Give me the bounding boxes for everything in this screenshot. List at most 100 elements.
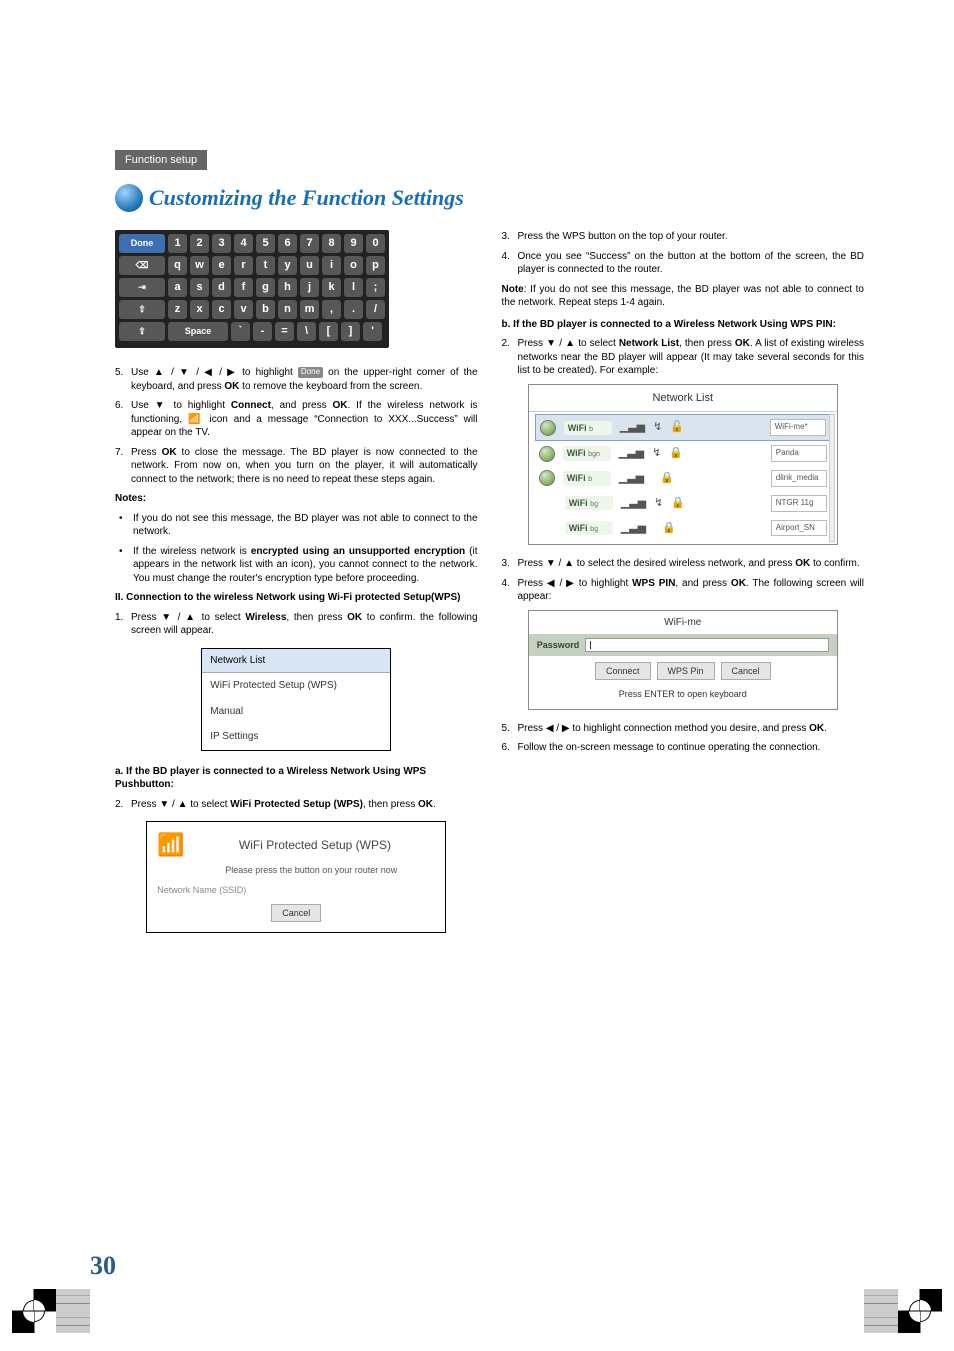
key: p	[366, 256, 385, 275]
ssid-label: WiFi bg	[565, 496, 613, 510]
wps-dialog: 📶 WiFi Protected Setup (WPS) Please pres…	[146, 821, 446, 933]
step-6: 6. Use ▼ to highlight Connect, and press…	[115, 399, 478, 440]
lock-icon: 🔒	[671, 496, 685, 511]
key: h	[278, 278, 297, 297]
network-row: WiFi bg▁▃▅🔒Airport_SN	[535, 516, 831, 541]
key: `	[231, 322, 250, 341]
key: 1	[168, 234, 187, 253]
subsection-b-heading: b. If the BD player is connected to a Wi…	[502, 318, 865, 332]
key: z	[168, 300, 187, 319]
key: d	[212, 278, 231, 297]
key: e	[212, 256, 231, 275]
key: o	[344, 256, 363, 275]
key: =	[275, 322, 294, 341]
key: -	[253, 322, 272, 341]
menu-ip-settings: IP Settings	[202, 724, 390, 750]
lock-icon: 🔓	[670, 420, 684, 435]
ssid-label: WiFi bg	[565, 521, 613, 535]
lock-icon: 🔒	[669, 446, 683, 461]
key: 8	[322, 234, 341, 253]
key-shift: ⇧	[119, 300, 165, 319]
lock-icon: 🔒	[660, 471, 674, 486]
wireless-menu: Network List WiFi Protected Setup (WPS) …	[201, 648, 391, 751]
wps-title: WiFi Protected Setup (WPS)	[195, 837, 436, 853]
key: '	[363, 322, 382, 341]
key: x	[190, 300, 209, 319]
key: f	[234, 278, 253, 297]
globe-icon	[540, 420, 556, 436]
right-step-3: 3.Press the WPS button on the top of you…	[502, 230, 865, 244]
b-step-2: 2. Press ▼ / ▲ to select Network List, t…	[502, 337, 865, 378]
ssid-label: WiFi bgn	[563, 446, 611, 460]
section-ii-heading: II. Connection to the wireless Network u…	[115, 591, 478, 605]
right-step-4: 4.Once you see “Success” on the button a…	[502, 250, 865, 277]
network-name: WiFi-me*	[770, 419, 826, 436]
network-row: WiFi b ▁▃▅ 🔒 dlink_media	[535, 466, 831, 491]
registration-mark-left	[12, 1289, 90, 1333]
registration-mark-right	[864, 1289, 942, 1333]
key: [	[319, 322, 338, 341]
key: v	[234, 300, 253, 319]
key: r	[234, 256, 253, 275]
password-field	[585, 638, 828, 652]
key: q	[168, 256, 187, 275]
signal-bars-icon: ▁▃▅	[620, 420, 645, 435]
wps-icon: ↯	[653, 420, 662, 435]
network-name: dlink_media	[771, 470, 827, 487]
key: ,	[322, 300, 341, 319]
onscreen-keyboard: Done 1 2 3 4 5 6 7 8 9 0 ⌫ q w e	[115, 230, 389, 348]
network-list-dialog: Network List WiFi b ▁▃▅ ↯ 🔓 WiFi-me* WiFi bgn…	[528, 384, 838, 546]
key: .	[344, 300, 363, 319]
key: g	[256, 278, 275, 297]
key-tab: ⇥	[119, 278, 165, 297]
menu-manual: Manual	[202, 699, 390, 725]
key: c	[212, 300, 231, 319]
key: 7	[300, 234, 319, 253]
network-row: WiFi b▁▃▅↯🔓WiFi-me*	[535, 414, 831, 441]
ssid-label: WiFi b	[563, 471, 611, 485]
key: i	[322, 256, 341, 275]
key: 5	[256, 234, 275, 253]
network-name: Panda	[771, 445, 827, 462]
cancel-button: Cancel	[721, 662, 771, 680]
key: \	[297, 322, 316, 341]
key: ;	[366, 278, 385, 297]
key: y	[278, 256, 297, 275]
key: u	[300, 256, 319, 275]
key: w	[190, 256, 209, 275]
key: t	[256, 256, 275, 275]
key: a	[168, 278, 187, 297]
signal-bars-icon: ▁▃▅	[619, 446, 644, 461]
key: 4	[234, 234, 253, 253]
network-name: Airport_SN	[771, 520, 827, 537]
key: b	[256, 300, 275, 319]
wps-icon: ↯	[654, 496, 663, 511]
right-note: Note: If you do not see this message, th…	[502, 283, 865, 310]
page-number: 30	[90, 1251, 116, 1281]
key-backspace: ⌫	[119, 256, 165, 275]
key: 6	[278, 234, 297, 253]
title-sphere-icon	[115, 184, 143, 212]
section-header: Function setup	[115, 150, 207, 170]
network-name: NTGR 11g	[771, 495, 827, 512]
notes-heading: Notes:	[115, 492, 478, 506]
key: 9	[344, 234, 363, 253]
key-done: Done	[119, 234, 165, 253]
wps-subtitle: Please press the button on your router n…	[187, 864, 435, 876]
page-title: Customizing the Function Settings	[149, 185, 464, 211]
globe-icon	[539, 470, 555, 486]
network-list-title: Network List	[529, 385, 837, 412]
signal-bars-icon: ▁▃▅	[619, 471, 644, 486]
key-space: Space	[168, 322, 228, 341]
wifi-icon: 📶	[157, 830, 184, 860]
ii-step-1: 1. Press ▼ / ▲ to select Wireless, then …	[115, 611, 478, 638]
key: s	[190, 278, 209, 297]
signal-bars-icon: ▁▃▅	[621, 496, 646, 511]
wifi-signal-icon: 📶	[188, 414, 204, 425]
subsection-a-heading: a. If the BD player is connected to a Wi…	[115, 765, 478, 792]
key-caps: ⇪	[119, 322, 165, 341]
done-chip-icon: Done	[298, 367, 323, 378]
key: 0	[366, 234, 385, 253]
keyboard-hint: Press ENTER to open keyboard	[529, 686, 837, 708]
note-1: •If you do not see this message, the BD …	[115, 512, 478, 539]
